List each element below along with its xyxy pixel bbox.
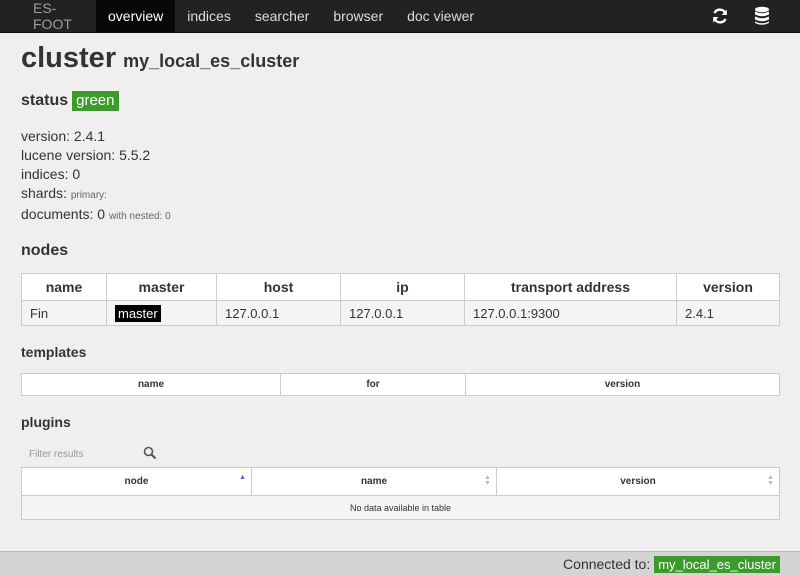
- cluster-name: my_local_es_cluster: [123, 51, 300, 71]
- nav-searcher[interactable]: searcher: [243, 0, 321, 32]
- version-value: 2.4.1: [73, 128, 106, 144]
- search-icon[interactable]: [143, 446, 157, 465]
- indices-label: indices:: [21, 166, 69, 182]
- templates-heading: templates: [21, 344, 87, 360]
- templates-table: name for version: [21, 373, 780, 396]
- connected-cluster-badge: my_local_es_cluster: [654, 555, 780, 573]
- node-host: 127.0.0.1: [216, 300, 341, 326]
- page-title-main: cluster: [21, 42, 117, 74]
- status-badge: green: [72, 91, 119, 111]
- plugins-col-name-label: name: [360, 476, 388, 487]
- tmpl-col-name: name: [21, 373, 281, 396]
- database-icon[interactable]: [752, 6, 772, 26]
- shards-line: shards: primary:: [21, 184, 781, 205]
- col-ip: ip: [340, 273, 465, 301]
- shards-label: shards:: [21, 185, 67, 201]
- templates-header-row: name for version: [21, 373, 780, 396]
- documents-label: documents:: [21, 206, 94, 222]
- lucene-value: 5.5.2: [119, 147, 151, 163]
- documents-value: 0: [97, 206, 106, 222]
- master-badge: master: [115, 304, 161, 322]
- shards-primary: primary:: [70, 190, 107, 201]
- plugins-col-node[interactable]: node ▲: [21, 467, 252, 496]
- version-label: version:: [21, 128, 71, 144]
- status-footer: Connected to: my_local_es_cluster: [0, 551, 800, 576]
- sort-both-icon: ▲ ▼: [484, 474, 491, 487]
- col-name: name: [21, 273, 107, 301]
- table-row: No data available in table: [21, 495, 780, 520]
- nodes-table: name master host ip transport address ve…: [21, 273, 780, 326]
- indices-line: indices: 0: [21, 165, 781, 184]
- refresh-icon[interactable]: [710, 6, 730, 26]
- lucene-label: lucene version:: [21, 147, 116, 163]
- col-host: host: [216, 273, 341, 301]
- brand[interactable]: ES-FOOT: [0, 0, 96, 32]
- top-navbar: ES-FOOT overview indices searcher browse…: [0, 0, 800, 33]
- table-row: Fin master 127.0.0.1 127.0.0.1 127.0.0.1…: [21, 300, 780, 326]
- nav-overview[interactable]: overview: [96, 0, 176, 32]
- tmpl-col-for: for: [280, 373, 466, 396]
- nav-indices[interactable]: indices: [175, 0, 243, 32]
- filter-input[interactable]: [21, 445, 141, 464]
- node-ip: 127.0.0.1: [340, 300, 465, 326]
- status-label: status: [21, 92, 69, 109]
- page-title: cluster my_local_es_cluster: [21, 42, 781, 74]
- node-name: Fin: [21, 300, 107, 326]
- sort-asc-icon: ▲: [239, 474, 246, 481]
- cluster-info: version: 2.4.1 lucene version: 5.5.2 ind…: [21, 127, 781, 226]
- plugins-table: node ▲ name ▲ ▼ version ▲ ▼ No data availa…: [21, 467, 780, 520]
- connected-label: Connected to:: [563, 556, 651, 572]
- node-version: 2.4.1: [676, 300, 780, 326]
- col-transport: transport address: [464, 273, 677, 301]
- tmpl-col-version: version: [465, 373, 780, 396]
- nav-browser[interactable]: browser: [321, 0, 395, 32]
- indices-value: 0: [72, 166, 81, 182]
- plugins-col-name[interactable]: name ▲ ▼: [251, 467, 497, 496]
- documents-line: documents: 0 with nested: 0: [21, 205, 781, 226]
- node-transport: 127.0.0.1:9300: [464, 300, 677, 326]
- empty-message: No data available in table: [21, 495, 780, 520]
- plugins-col-node-label: node: [124, 476, 149, 487]
- col-version: version: [676, 273, 780, 301]
- plugins-header-row: node ▲ name ▲ ▼ version ▲ ▼: [21, 467, 780, 496]
- col-master: master: [106, 273, 217, 301]
- status-row: status green: [21, 91, 781, 111]
- sort-both-icon: ▲ ▼: [767, 474, 774, 487]
- nav-doc-viewer[interactable]: doc viewer: [395, 0, 486, 32]
- plugins-heading: plugins: [21, 414, 71, 430]
- nodes-heading: nodes: [21, 242, 69, 259]
- filter-box: [21, 444, 161, 464]
- lucene-line: lucene version: 5.5.2: [21, 146, 781, 165]
- documents-nested: with nested: 0: [108, 211, 171, 222]
- plugins-col-version-label: version: [620, 476, 656, 487]
- plugins-col-version[interactable]: version ▲ ▼: [496, 467, 780, 496]
- node-master-cell: master: [106, 300, 217, 326]
- nodes-header-row: name master host ip transport address ve…: [21, 273, 780, 301]
- version-line: version: 2.4.1: [21, 127, 781, 146]
- main-content: cluster my_local_es_cluster status green…: [21, 33, 781, 520]
